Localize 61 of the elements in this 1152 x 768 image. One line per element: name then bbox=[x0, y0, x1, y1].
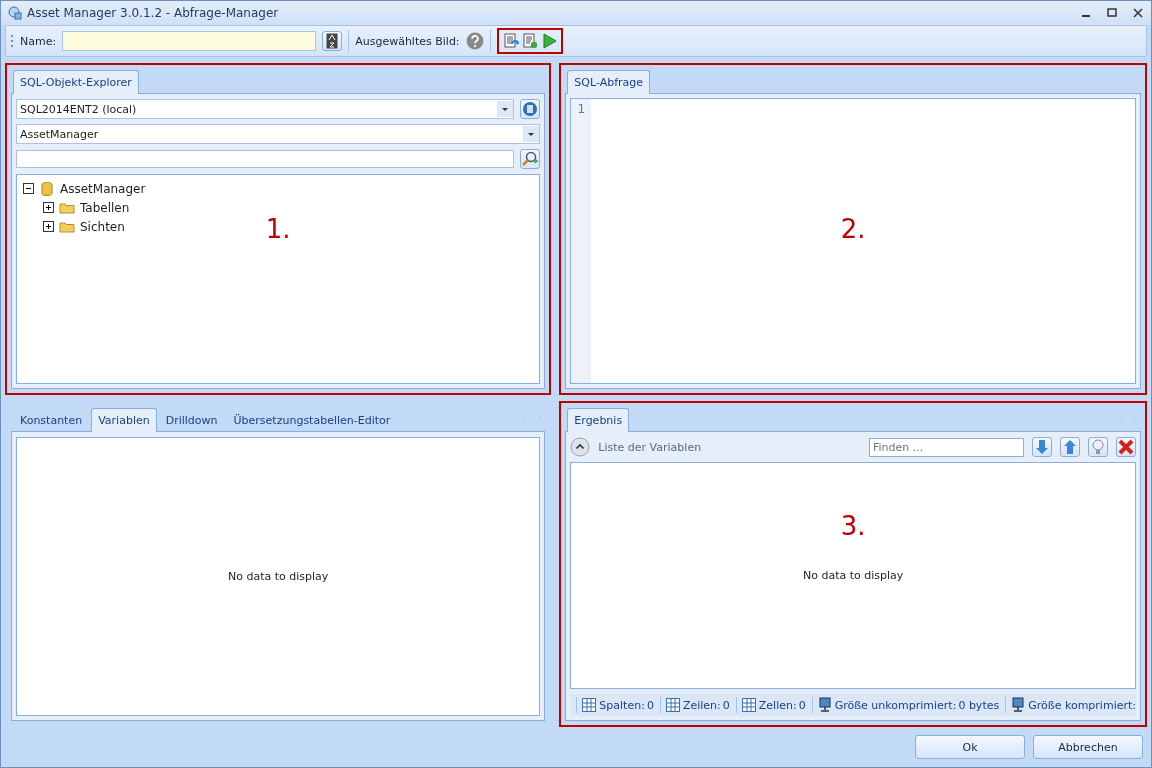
selected-image-label: Ausgewähltes Bild: bbox=[355, 34, 460, 48]
document-sync-icon bbox=[502, 33, 519, 49]
tree-item-label[interactable]: Sichten bbox=[80, 219, 125, 234]
maximize-icon[interactable] bbox=[1105, 6, 1119, 20]
callout-number: 3. bbox=[840, 511, 866, 541]
tree-item-label[interactable]: AssetManager bbox=[60, 181, 146, 196]
highlight-button[interactable] bbox=[1088, 437, 1108, 457]
name-input[interactable] bbox=[62, 31, 317, 51]
status-label: Spalten: bbox=[599, 698, 645, 712]
status-value: 0 bbox=[722, 698, 730, 712]
find-previous-button[interactable] bbox=[1060, 437, 1080, 457]
find-next-button[interactable] bbox=[1032, 437, 1052, 457]
panel-tab[interactable]: SQL-Abfrage bbox=[567, 70, 651, 94]
grid-icon bbox=[664, 697, 681, 713]
panel-tab[interactable]: Übersetzungstabellen-Editor bbox=[226, 408, 398, 432]
connect-button[interactable] bbox=[520, 99, 541, 119]
collapse-icon[interactable] bbox=[23, 183, 34, 194]
status-label: Zellen: bbox=[758, 698, 797, 712]
sort-az-button[interactable] bbox=[322, 31, 343, 51]
window-title: Asset Manager 3.0.1.2 - Abfrage-Manager bbox=[27, 6, 280, 20]
database-icon bbox=[39, 180, 55, 197]
dialog-button[interactable]: Ok bbox=[915, 735, 1025, 759]
grip-icon bbox=[10, 33, 14, 49]
find-input[interactable]: Finden ... bbox=[869, 437, 1024, 457]
panel-tab[interactable]: Konstanten bbox=[13, 408, 90, 432]
close-icon[interactable] bbox=[1131, 6, 1145, 20]
collapse-button[interactable] bbox=[570, 437, 591, 457]
server-dropdown[interactable]: SQL2014ENT2 (local) bbox=[16, 99, 515, 119]
help-icon bbox=[465, 32, 484, 50]
computer-icon bbox=[1010, 697, 1027, 713]
grid-icon bbox=[581, 697, 598, 713]
group-title: Liste der Variablen bbox=[598, 440, 703, 454]
status-value: 0 bytes bbox=[958, 698, 1000, 712]
run-icon bbox=[540, 33, 557, 49]
panel-tab[interactable]: Variablen bbox=[91, 408, 157, 432]
database-dropdown[interactable]: AssetManager bbox=[16, 124, 541, 144]
expand-icon[interactable] bbox=[43, 202, 54, 213]
search-button[interactable] bbox=[520, 149, 541, 169]
panel-tab[interactable]: SQL-Objekt-Explorer bbox=[13, 70, 139, 94]
dialog-button[interactable]: Abbrechen bbox=[1033, 735, 1143, 759]
panel-tab[interactable]: Drilldown bbox=[158, 408, 225, 432]
filter-input[interactable] bbox=[16, 150, 515, 168]
clear-button[interactable] bbox=[1116, 437, 1136, 457]
app-icon bbox=[7, 5, 23, 21]
status-label: Größe komprimiert: bbox=[1028, 698, 1136, 712]
status-label: Zeilen: bbox=[682, 698, 721, 712]
panel-tab[interactable]: Ergebnis bbox=[567, 408, 630, 432]
callout-number: 2. bbox=[840, 214, 866, 244]
callout-number: 1. bbox=[265, 214, 291, 244]
expand-icon[interactable] bbox=[43, 221, 54, 232]
grid-icon bbox=[740, 697, 757, 713]
empty-message: No data to display bbox=[228, 570, 329, 583]
line-number: 1 bbox=[577, 102, 586, 116]
status-label: Größe unkomprimiert: bbox=[834, 698, 957, 712]
computer-icon bbox=[816, 697, 833, 713]
status-value: 0 bbox=[646, 698, 654, 712]
document-check-icon bbox=[521, 33, 538, 49]
status-value: 0 bbox=[798, 698, 806, 712]
empty-message: No data to display bbox=[803, 569, 904, 582]
name-label: Name: bbox=[20, 34, 57, 48]
tree-item-label[interactable]: Tabellen bbox=[80, 200, 130, 215]
